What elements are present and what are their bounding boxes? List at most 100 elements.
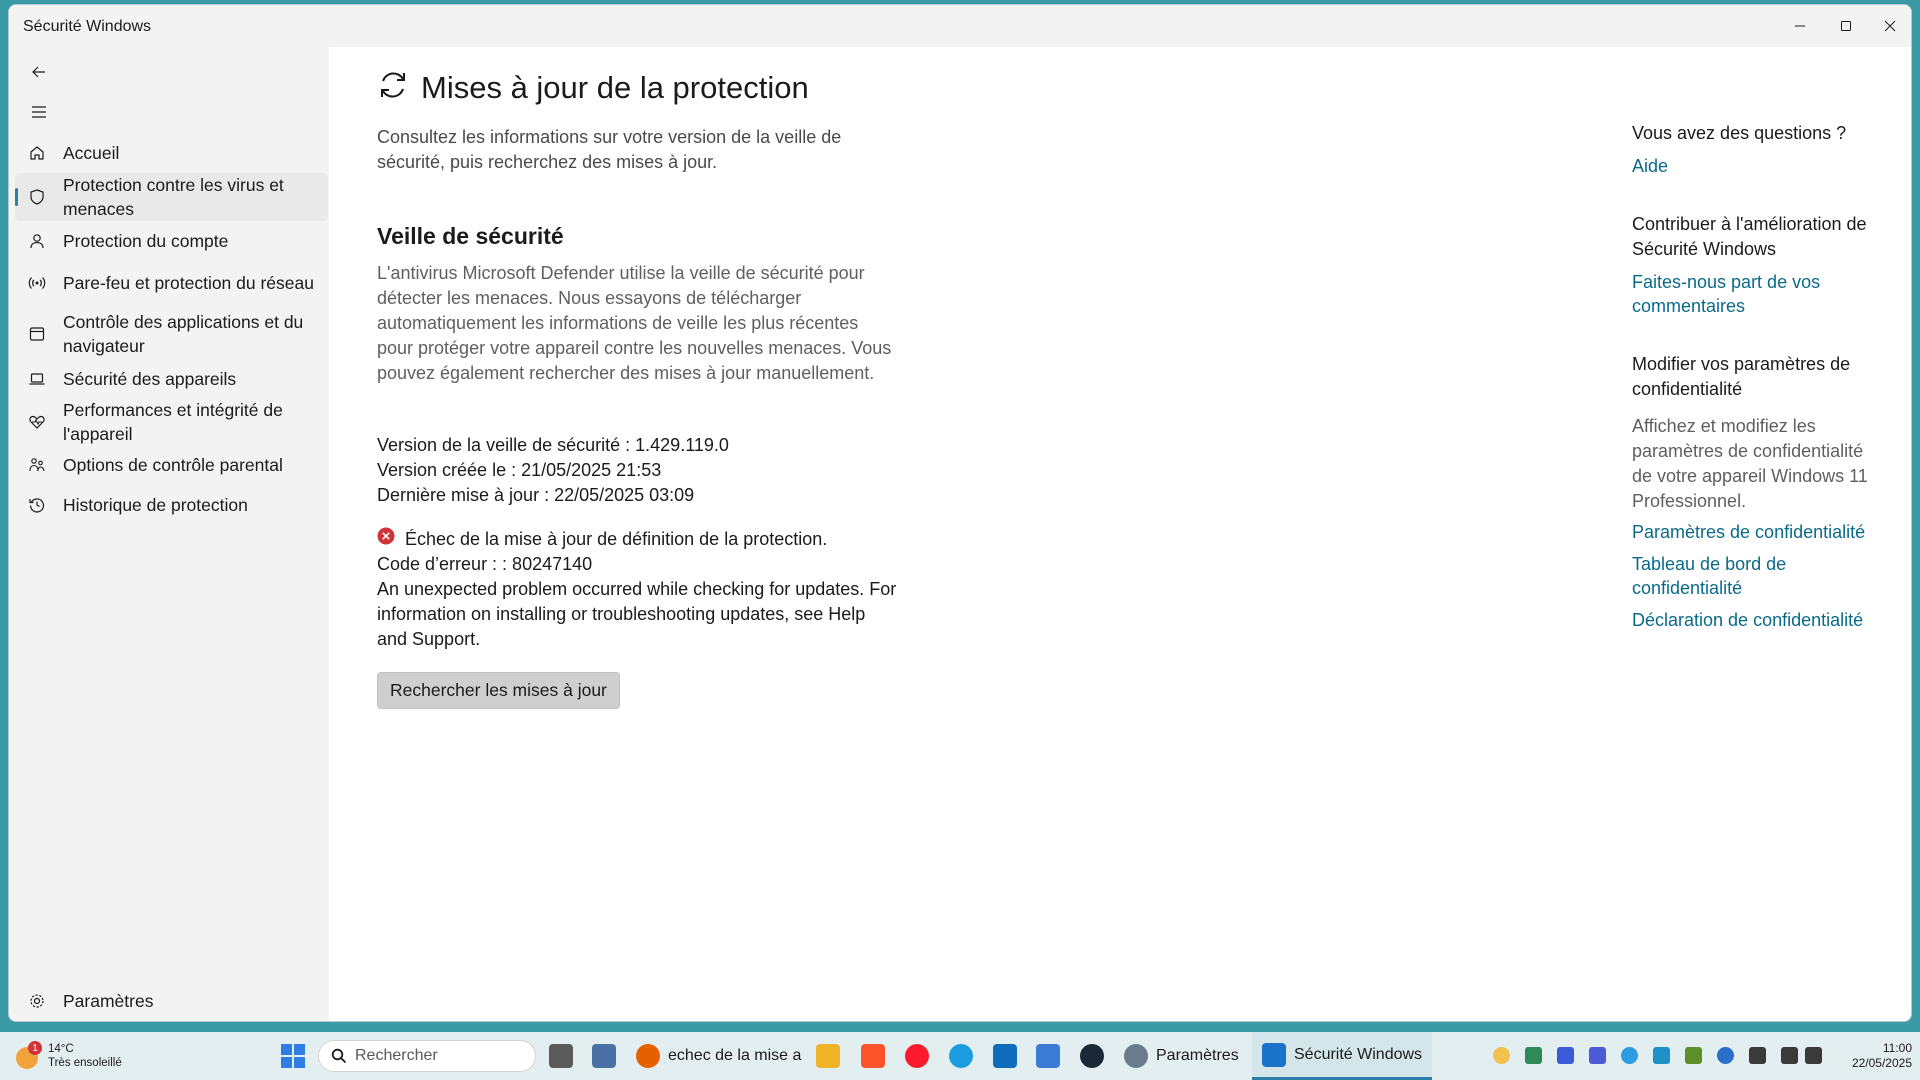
taskbar-app-label: echec de la mise a — [668, 1047, 802, 1064]
widgets-button[interactable] — [592, 1032, 616, 1080]
error-code: Code d’erreur : : 80247140 — [377, 554, 593, 574]
sidebar-item-label: Protection contre les virus et menaces — [63, 175, 284, 219]
tray-app-icon[interactable] — [1685, 1047, 1702, 1064]
sidebar-item-label: Contrôle des applications et du navigate… — [63, 312, 304, 356]
weather-desc: Très ensoleillé — [48, 1057, 122, 1069]
tray-app-icon[interactable] — [1621, 1047, 1638, 1064]
sidebar-item-firewall[interactable]: Pare-feu et protection du réseau — [15, 259, 328, 307]
app-window: Sécurité Windows Accueil Protection cont… — [8, 4, 1912, 1022]
feedback-link[interactable]: Faites-nous part de vos commentaires — [1632, 270, 1882, 318]
task-view-icon — [549, 1044, 573, 1068]
keyboard-icon[interactable] — [1749, 1047, 1766, 1064]
sidebar-item-label: Historique de protection — [63, 495, 248, 515]
weather-temp: 14°C — [48, 1043, 74, 1055]
search-placeholder: Rechercher — [355, 1047, 438, 1064]
home-icon — [27, 143, 47, 163]
tray-app-icon[interactable] — [1493, 1047, 1510, 1064]
minimize-button[interactable] — [1777, 5, 1823, 47]
sidebar-item-label: Protection du compte — [63, 231, 229, 251]
sidebar-item-settings[interactable]: Paramètres — [15, 983, 328, 1019]
tray-app-icon[interactable] — [1557, 1047, 1574, 1064]
taskbar-app-settings[interactable]: Paramètres — [1124, 1032, 1239, 1080]
sidebar-item-parental-control[interactable]: Options de contrôle parental — [15, 447, 328, 483]
weather-widget[interactable]: 1 14°C Très ensoleillé — [14, 1032, 122, 1080]
maximize-button[interactable] — [1823, 5, 1869, 47]
error-circle-icon — [377, 527, 395, 552]
taskbar-app-label: Paramètres — [1156, 1047, 1239, 1064]
volume-icon[interactable] — [1805, 1047, 1822, 1064]
right-panel: Vous avez des questions ? Aide Contribue… — [1632, 121, 1882, 632]
tray-app-icon[interactable] — [1653, 1047, 1670, 1064]
tray-app-icon[interactable] — [1525, 1047, 1542, 1064]
sidebar-item-app-browser-control[interactable]: Contrôle des applications et du navigate… — [15, 309, 328, 359]
bluetooth-icon[interactable] — [1717, 1047, 1734, 1064]
taskbar-search[interactable]: Rechercher — [318, 1032, 536, 1080]
windows-security-icon — [1262, 1042, 1286, 1067]
privacy-statement-link[interactable]: Déclaration de confidentialité — [1632, 608, 1882, 632]
start-button[interactable] — [280, 1032, 306, 1080]
taskbar-edge[interactable] — [949, 1032, 973, 1080]
contribute-heading: Contribuer à l'amélioration de Sécurité … — [1632, 214, 1867, 259]
search-icon — [331, 1048, 347, 1064]
person-icon — [27, 231, 47, 251]
close-button[interactable] — [1867, 5, 1911, 47]
taskbar-outlook[interactable] — [993, 1032, 1017, 1080]
taskbar-steam[interactable] — [1080, 1032, 1104, 1080]
brave-icon — [861, 1044, 885, 1068]
antenna-icon — [27, 273, 47, 293]
taskbar-opera[interactable] — [905, 1032, 929, 1080]
sidebar-item-accueil[interactable]: Accueil — [15, 133, 328, 173]
sidebar-item-label: Pare-feu et protection du réseau — [63, 273, 314, 293]
taskbar-app-label: Sécurité Windows — [1294, 1045, 1423, 1063]
page-title: Mises à jour de la protection — [377, 69, 809, 106]
back-arrow-icon[interactable] — [19, 54, 59, 90]
task-view-button[interactable] — [549, 1032, 573, 1080]
check-updates-button[interactable]: Rechercher les mises à jour — [377, 672, 620, 709]
privacy-text: Affichez et modifiez les paramètres de c… — [1632, 416, 1868, 511]
privacy-settings-link[interactable]: Paramètres de confidentialité — [1632, 520, 1882, 544]
edge-icon — [949, 1044, 973, 1068]
hamburger-menu-icon[interactable] — [19, 94, 59, 130]
clock-time: 11:00 — [1882, 1041, 1912, 1055]
widgets-icon — [592, 1044, 616, 1068]
taskbar: 1 14°C Très ensoleillé Rechercher echec … — [0, 1032, 1920, 1080]
help-link[interactable]: Aide — [1632, 154, 1882, 178]
folder-icon — [816, 1044, 840, 1068]
window-title: Sécurité Windows — [23, 18, 152, 35]
settings-app-icon — [1124, 1044, 1148, 1068]
section-text: L'antivirus Microsoft Defender utilise l… — [377, 263, 892, 383]
sidebar-item-label: Options de contrôle parental — [63, 455, 283, 475]
sidebar-item-virus-protection[interactable]: Protection contre les virus et menaces — [15, 173, 328, 221]
taskbar-app-firefox[interactable]: echec de la mise a — [636, 1032, 801, 1080]
error-message: An unexpected problem occurred while che… — [377, 579, 897, 649]
gear-icon — [27, 991, 47, 1011]
section-title: Veille de sécurité — [377, 223, 564, 249]
sidebar-item-label: Paramètres — [63, 991, 154, 1011]
sidebar-item-device-performance[interactable]: Performances et intégrité de l'appareil — [15, 397, 328, 447]
taskbar-store[interactable] — [1036, 1032, 1060, 1080]
sidebar-item-protection-history[interactable]: Historique de protection — [15, 487, 328, 523]
steam-icon — [1080, 1044, 1104, 1068]
sidebar-item-label: Performances et intégrité de l'appareil — [63, 400, 283, 444]
last-update: Dernière mise à jour : 22/05/2025 03:09 — [377, 485, 695, 505]
sidebar-item-account-protection[interactable]: Protection du compte — [15, 223, 328, 259]
clock[interactable]: 11:00 22/05/2025 — [1832, 1041, 1912, 1071]
opera-icon — [905, 1044, 929, 1068]
taskbar-file-explorer[interactable] — [816, 1032, 840, 1080]
taskbar-app-windows-security[interactable]: Sécurité Windows — [1252, 1032, 1433, 1080]
network-icon[interactable] — [1781, 1047, 1798, 1064]
store-icon — [1036, 1044, 1060, 1068]
weather-badge: 1 — [28, 1041, 42, 1055]
windows-start-icon — [281, 1044, 305, 1068]
history-icon — [27, 495, 47, 515]
sidebar-item-label: Accueil — [63, 143, 120, 163]
refresh-icon — [377, 69, 409, 106]
sidebar-item-device-security[interactable]: Sécurité des appareils — [15, 361, 328, 397]
taskbar-brave[interactable] — [861, 1032, 885, 1080]
sidebar: Accueil Protection contre les virus et m… — [9, 47, 329, 1021]
privacy-dashboard-link[interactable]: Tableau de bord de confidentialité — [1632, 552, 1882, 600]
app-window-icon — [27, 324, 47, 344]
firefox-icon — [636, 1044, 660, 1068]
title-bar: Sécurité Windows — [9, 5, 1911, 47]
tray-app-icon[interactable] — [1589, 1047, 1606, 1064]
